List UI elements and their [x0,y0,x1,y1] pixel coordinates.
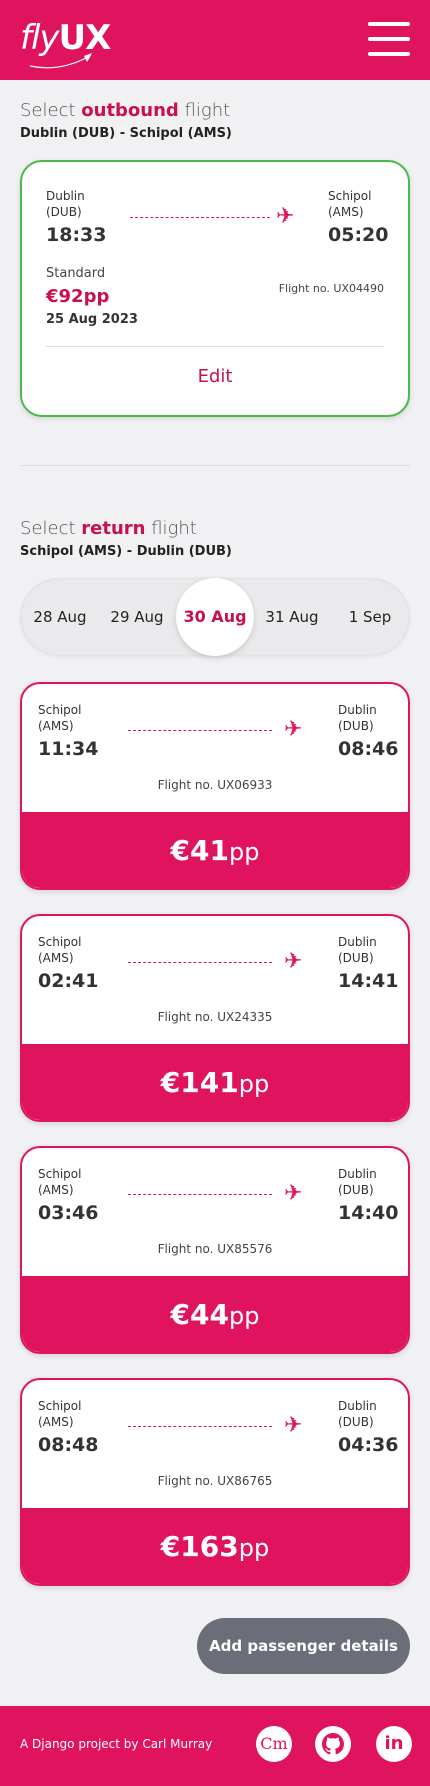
arrival-time: 08:46 [338,738,399,760]
price-amount: €163 [160,1530,239,1563]
price-band[interactable]: €44pp [22,1276,408,1352]
price-per-person: pp [238,1534,270,1562]
to-city: Dublin (DUB) [338,1399,377,1429]
route-dashed-line [130,217,270,218]
plane-icon: ✈ [284,1413,303,1438]
hamburger-menu-icon[interactable] [368,22,410,56]
to-city: Schipol (AMS) [328,189,372,219]
return-route: Schipol (AMS) - Dublin (DUB) [20,544,232,559]
arrival-time: 14:41 [338,970,399,992]
arrival-time: 04:36 [338,1434,399,1456]
portfolio-cm-icon[interactable]: Cm [256,1726,292,1762]
date-option[interactable]: 28 Aug [26,578,94,656]
from-city: Schipol (AMS) [38,1167,82,1197]
departure-time: 18:33 [46,224,107,246]
plane-icon: ✈ [284,1181,303,1206]
fare-tier: Standard [46,266,106,281]
linkedin-icon[interactable]: in [376,1726,412,1762]
flight-option-card[interactable]: Schipol (AMS) 11:34 ✈ Dublin (DUB) 08:46 F… [20,682,410,890]
outbound-section-title: Select outbound flight [20,100,231,121]
selected-outbound-card: Dublin (DUB) 18:33 ✈ Schipol (AMS) 05:20… [20,160,410,417]
plane-icon: ✈ [276,204,295,229]
date-option[interactable]: 1 Sep [336,578,404,656]
price-band[interactable]: €141pp [22,1044,408,1120]
flight-option-card[interactable]: Schipol (AMS) 08:48 ✈ Dublin (DUB) 04:36 F… [20,1378,410,1586]
from-city: Dublin (DUB) [46,189,85,219]
from-city: Schipol (AMS) [38,703,82,733]
outbound-route: Dublin (DUB) - Schipol (AMS) [20,126,232,141]
plane-icon: ✈ [284,949,303,974]
selected-date: 25 Aug 2023 [46,312,138,327]
flight-number: Flight no. UX85576 [157,1242,273,1256]
route-dashed-line [128,962,272,963]
arrival-time: 14:40 [338,1202,399,1224]
github-icon[interactable] [315,1726,351,1762]
site-footer: A Django project by Carl Murray Cm in [0,1706,430,1786]
price-per-person: pp [228,838,260,866]
price-per-person: pp [228,1302,260,1330]
departure-time: 08:48 [38,1434,99,1456]
section-divider [20,465,410,466]
date-option[interactable]: 29 Aug [103,578,171,656]
selected-price: €92pp [46,286,110,307]
price-amount: €44 [170,1298,229,1331]
price-per-person: pp [238,1070,270,1098]
logo-plane-swoosh-icon [29,53,92,69]
flight-number: Flight no. UX24335 [157,1010,273,1024]
price-band[interactable]: €41pp [22,812,408,888]
from-city: Schipol (AMS) [38,1399,82,1429]
date-option[interactable]: 31 Aug [258,578,326,656]
date-option-selected[interactable]: 30 Aug [176,578,254,656]
flight-option-card[interactable]: Schipol (AMS) 03:46 ✈ Dublin (DUB) 14:40 F… [20,1146,410,1354]
author-link[interactable]: Carl Murray [142,1737,212,1751]
arrival-time: 05:20 [328,224,389,246]
add-passenger-details-button[interactable]: Add passenger details [197,1618,410,1674]
flight-option-card[interactable]: Schipol (AMS) 02:41 ✈ Dublin (DUB) 14:41 F… [20,914,410,1122]
flight-number: Flight no. UX04490 [278,282,384,295]
edit-outbound-link[interactable]: Edit [22,366,408,387]
to-city: Dublin (DUB) [338,1167,377,1197]
flight-number: Flight no. UX86765 [157,1474,273,1488]
route-dashed-line [128,1194,272,1195]
departure-time: 03:46 [38,1202,99,1224]
to-city: Dublin (DUB) [338,703,377,733]
departure-time: 02:41 [38,970,99,992]
to-city: Dublin (DUB) [338,935,377,965]
route-dashed-line [128,730,272,731]
price-amount: €141 [160,1066,239,1099]
price-band[interactable]: €163pp [22,1508,408,1584]
route-dashed-line [128,1426,272,1427]
departure-time: 11:34 [38,738,99,760]
price-amount: €41 [170,834,229,867]
return-section-title: Select return flight [20,518,197,539]
from-city: Schipol (AMS) [38,935,82,965]
flight-number: Flight no. UX06933 [157,778,273,792]
card-divider [46,346,384,347]
plane-icon: ✈ [284,717,303,742]
date-selector: 28 Aug 29 Aug 30 Aug 31 Aug 1 Sep [20,578,410,656]
footer-credit: A Django project by Carl Murray [20,1737,213,1751]
site-header: flyUX [0,0,430,80]
